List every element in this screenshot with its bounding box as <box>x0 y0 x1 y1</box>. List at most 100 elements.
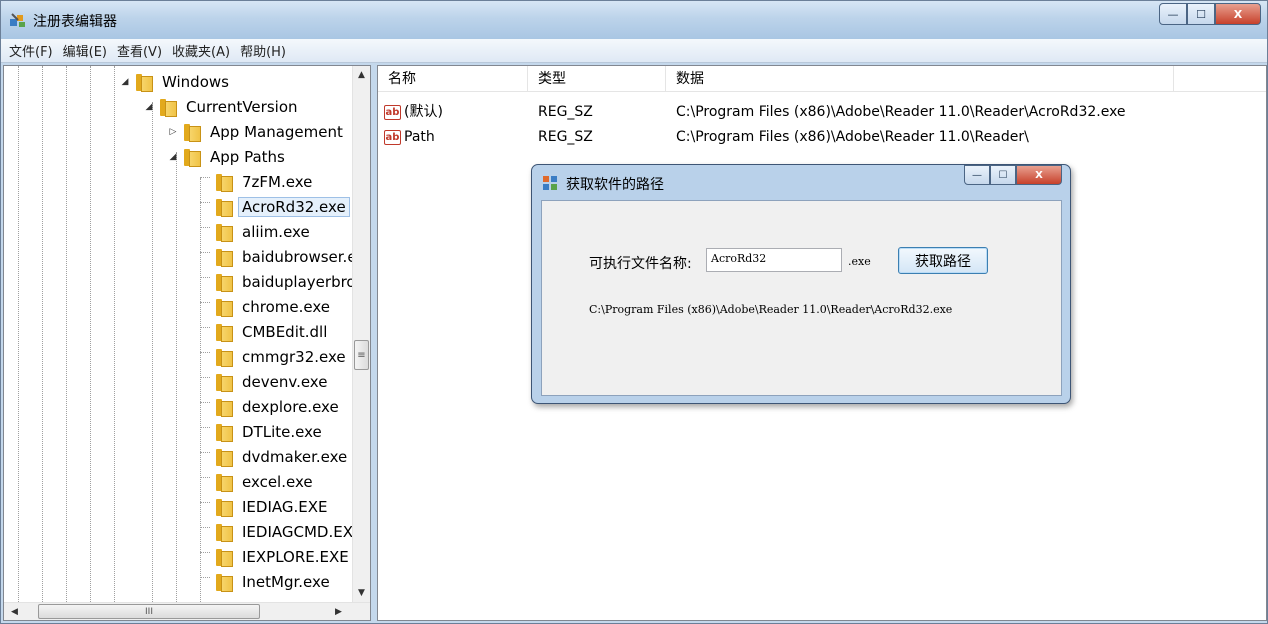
tree-item[interactable]: aliim.exe <box>200 220 314 244</box>
folder-icon <box>134 73 153 92</box>
tree-leaf-connector <box>200 402 210 412</box>
folder-icon <box>214 373 233 392</box>
tree-item-label: CurrentVersion <box>186 98 298 116</box>
tree-item-label: IEDIAG.EXE <box>242 498 328 516</box>
tree-item-label: CMBEdit.dll <box>242 323 328 341</box>
tree-item[interactable]: devenv.exe <box>200 370 331 394</box>
tree-leaf-connector <box>200 577 210 587</box>
folder-icon <box>214 448 233 467</box>
get-path-button[interactable]: 获取路径 <box>898 247 988 274</box>
title-bar[interactable]: 注册表编辑器 — ☐ X <box>1 1 1267 39</box>
exe-name-input[interactable]: AcroRd32 <box>706 248 842 272</box>
menu-file[interactable]: 文件(F) <box>9 41 53 60</box>
tree-item[interactable]: ◢ Windows <box>120 70 233 94</box>
tree-item[interactable]: ▷ App Management <box>168 120 347 144</box>
scroll-up-arrow-icon[interactable]: ▲ <box>353 66 370 83</box>
tree-item-label: dexplore.exe <box>242 398 339 416</box>
tree-leaf-connector <box>200 277 210 287</box>
tree-leaf-connector <box>200 302 210 312</box>
folder-icon <box>214 473 233 492</box>
string-value-icon: ab <box>384 104 401 120</box>
horizontal-scroll-thumb[interactable]: III <box>38 604 260 619</box>
tree-expander-icon[interactable]: ◢ <box>120 77 130 87</box>
list-row[interactable]: ab (默认) REG_SZ C:\Program Files (x86)\Ado… <box>378 100 1266 124</box>
column-header-type[interactable]: 类型 <box>528 66 666 92</box>
tree-item-label: IEXPLORE.EXE <box>242 548 349 566</box>
exe-name-label: 可执行文件名称: <box>589 256 692 272</box>
tree-leaf-connector <box>200 452 210 462</box>
tree-item[interactable]: baiduplayerbro <box>200 270 360 294</box>
tree-leaf-connector <box>200 377 210 387</box>
menu-view[interactable]: 查看(V) <box>117 41 162 60</box>
tree-item[interactable]: chrome.exe <box>200 295 334 319</box>
tree-expander-icon[interactable]: ◢ <box>168 152 178 162</box>
dialog-maximize-button[interactable]: ☐ <box>990 165 1016 185</box>
caption-buttons: — ☐ X <box>1159 3 1261 25</box>
tree-item[interactable]: ◢ App Paths <box>168 145 289 169</box>
folder-icon <box>214 398 233 417</box>
tree-leaf-connector <box>200 352 210 362</box>
tree-leaf-connector <box>200 227 210 237</box>
dialog-client-area: 可执行文件名称: AcroRd32 .exe 获取路径 C:\Program F… <box>541 200 1062 396</box>
dialog-close-button[interactable]: X <box>1016 165 1062 185</box>
minimize-button[interactable]: — <box>1159 3 1187 25</box>
menu-help[interactable]: 帮助(H) <box>240 41 286 60</box>
tree-item[interactable]: baidubrowser.e <box>200 245 361 269</box>
tree-item[interactable]: IEDIAG.EXE <box>200 495 332 519</box>
tree-leaf-connector <box>200 177 210 187</box>
regedit-icon <box>10 13 25 27</box>
value-type: REG_SZ <box>538 129 593 145</box>
column-header-name[interactable]: 名称 <box>378 66 528 92</box>
folder-icon <box>214 423 233 442</box>
tree-item[interactable]: AcroRd32.exe <box>200 195 350 219</box>
tree-leaf-connector <box>200 502 210 512</box>
maximize-button[interactable]: ☐ <box>1187 3 1215 25</box>
tree-item-label: DTLite.exe <box>242 423 322 441</box>
registry-tree[interactable]: ◢ Windows ◢ CurrentVersion ▷ App Management ◢ A… <box>3 65 371 621</box>
column-header-data[interactable]: 数据 <box>666 66 1174 92</box>
tree-item-label: excel.exe <box>242 473 313 491</box>
tree-item-label: dvdmaker.exe <box>242 448 348 466</box>
dialog-minimize-button[interactable]: — <box>964 165 990 185</box>
tree-item[interactable]: excel.exe <box>200 470 317 494</box>
tree-leaf-connector <box>200 252 210 262</box>
scroll-left-arrow-icon[interactable]: ◀ <box>6 603 23 620</box>
scroll-down-arrow-icon[interactable]: ▼ <box>353 584 370 601</box>
folder-icon <box>214 323 233 342</box>
tree-item[interactable]: dexplore.exe <box>200 395 343 419</box>
folder-icon <box>214 573 233 592</box>
folder-icon <box>214 248 233 267</box>
tree-vertical-scrollbar[interactable]: ▲ ≡ ▼ <box>352 66 370 602</box>
tree-item[interactable]: DTLite.exe <box>200 420 326 444</box>
tree-item[interactable]: ◢ CurrentVersion <box>144 95 302 119</box>
tree-item[interactable]: IEDIAGCMD.EXE <box>200 520 366 544</box>
scroll-thumb[interactable]: ≡ <box>354 340 369 370</box>
tree-item[interactable]: CMBEdit.dll <box>200 320 331 344</box>
menu-bar: 文件(F) 编辑(E) 查看(V) 收藏夹(A) 帮助(H) <box>1 39 1267 63</box>
tree-item-label: baiduplayerbro <box>242 273 356 291</box>
close-button[interactable]: X <box>1215 3 1261 25</box>
value-data: C:\Program Files (x86)\Adobe\Reader 11.0… <box>676 104 1126 120</box>
tree-item[interactable]: IEXPLORE.EXE <box>200 545 353 569</box>
tree-horizontal-scrollbar[interactable]: ◀ III ▶ <box>4 602 370 620</box>
tree-expander-icon[interactable]: ◢ <box>144 102 154 112</box>
tree-item-label: IEDIAGCMD.EXE <box>242 523 363 541</box>
registry-editor-window: 注册表编辑器 — ☐ X 文件(F) 编辑(E) 查看(V) 收藏夹(A) 帮助… <box>0 0 1268 624</box>
tree-expander-icon[interactable]: ▷ <box>168 127 178 137</box>
scroll-right-arrow-icon[interactable]: ▶ <box>330 603 347 620</box>
value-name: Path <box>404 129 435 145</box>
folder-icon <box>214 223 233 242</box>
menu-favorites[interactable]: 收藏夹(A) <box>172 41 230 60</box>
tree-item[interactable]: dvdmaker.exe <box>200 445 351 469</box>
tree-item[interactable]: 7zFM.exe <box>200 170 316 194</box>
menu-edit[interactable]: 编辑(E) <box>63 41 107 60</box>
value-name: (默认) <box>404 104 443 120</box>
tree-item[interactable]: cmmgr32.exe <box>200 345 350 369</box>
string-value-icon: ab <box>384 129 401 145</box>
folder-icon <box>214 523 233 542</box>
tree-leaf-connector <box>200 477 210 487</box>
exe-extension-label: .exe <box>848 255 871 268</box>
dialog-title: 获取软件的路径 <box>566 177 664 193</box>
list-row[interactable]: ab Path REG_SZ C:\Program Files (x86)\Ado… <box>378 125 1266 149</box>
tree-item[interactable]: InetMgr.exe <box>200 570 334 594</box>
